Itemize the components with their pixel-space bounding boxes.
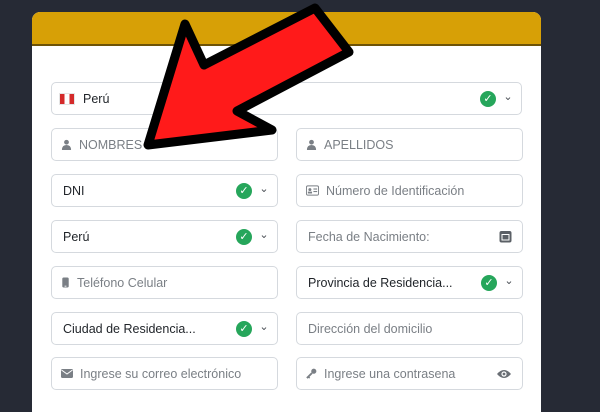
key-icon bbox=[306, 368, 317, 379]
user-icon bbox=[61, 139, 72, 150]
phone-input[interactable]: Teléfono Celular bbox=[51, 266, 278, 299]
address-placeholder: Dirección del domicilio bbox=[308, 321, 433, 336]
email-placeholder: Ingrese su correo electrónico bbox=[80, 366, 242, 381]
chevron-down-icon: ⌄ bbox=[259, 229, 269, 241]
check-icon: ✓ bbox=[236, 321, 252, 337]
email-input[interactable]: Ingrese su correo electrónico bbox=[51, 357, 278, 390]
user-icon bbox=[306, 139, 317, 150]
card-header: R bbox=[32, 12, 541, 46]
document-type-value: DNI bbox=[63, 183, 85, 198]
check-icon: ✓ bbox=[480, 91, 496, 107]
document-number-placeholder: Número de Identificación bbox=[326, 183, 465, 198]
check-icon: ✓ bbox=[236, 183, 252, 199]
id-card-icon bbox=[306, 185, 319, 196]
apellidos-placeholder: APELLIDOS bbox=[324, 137, 394, 152]
chevron-down-icon: ⌄ bbox=[259, 321, 269, 333]
chevron-down-icon: ⌄ bbox=[503, 91, 513, 103]
nombres-input[interactable]: NOMBRES bbox=[51, 128, 278, 161]
document-type-select[interactable]: DNI ✓ ⌄ bbox=[51, 174, 278, 207]
check-icon: ✓ bbox=[236, 229, 252, 245]
birth-date-placeholder: Fecha de Nacimiento: bbox=[308, 229, 430, 244]
nationality-value: Perú bbox=[63, 229, 90, 244]
birth-date-input[interactable]: Fecha de Nacimiento: bbox=[296, 220, 523, 253]
nombres-placeholder: NOMBRES bbox=[79, 137, 143, 152]
city-value: Ciudad de Residencia... bbox=[63, 321, 196, 336]
eye-icon[interactable] bbox=[496, 368, 512, 380]
calendar-icon[interactable] bbox=[499, 230, 512, 243]
envelope-icon bbox=[61, 369, 73, 378]
phone-icon bbox=[62, 277, 69, 288]
province-select[interactable]: Provincia de Residencia... ✓ ⌄ bbox=[296, 266, 523, 299]
password-placeholder: Ingrese una contrasena bbox=[324, 366, 456, 381]
country-value: Perú bbox=[83, 91, 110, 106]
country-select[interactable]: Perú ✓ ⌄ bbox=[51, 82, 522, 115]
province-value: Provincia de Residencia... bbox=[308, 275, 453, 290]
peru-flag-icon bbox=[59, 92, 75, 105]
chevron-down-icon: ⌄ bbox=[504, 275, 514, 287]
nationality-select[interactable]: Perú ✓ ⌄ bbox=[51, 220, 278, 253]
registration-card: R Perú ✓ ⌄ NOMBRES APELLIDOS DNI ✓ ⌄ Núm… bbox=[32, 12, 541, 412]
apellidos-input[interactable]: APELLIDOS bbox=[296, 128, 523, 161]
chevron-down-icon: ⌄ bbox=[259, 183, 269, 195]
phone-placeholder: Teléfono Celular bbox=[77, 275, 168, 290]
city-select[interactable]: Ciudad de Residencia... ✓ ⌄ bbox=[51, 312, 278, 345]
password-input[interactable]: Ingrese una contrasena bbox=[296, 357, 523, 390]
address-input[interactable]: Dirección del domicilio bbox=[296, 312, 523, 345]
card-title: R bbox=[280, 19, 293, 36]
check-icon: ✓ bbox=[481, 275, 497, 291]
document-number-input[interactable]: Número de Identificación bbox=[296, 174, 523, 207]
